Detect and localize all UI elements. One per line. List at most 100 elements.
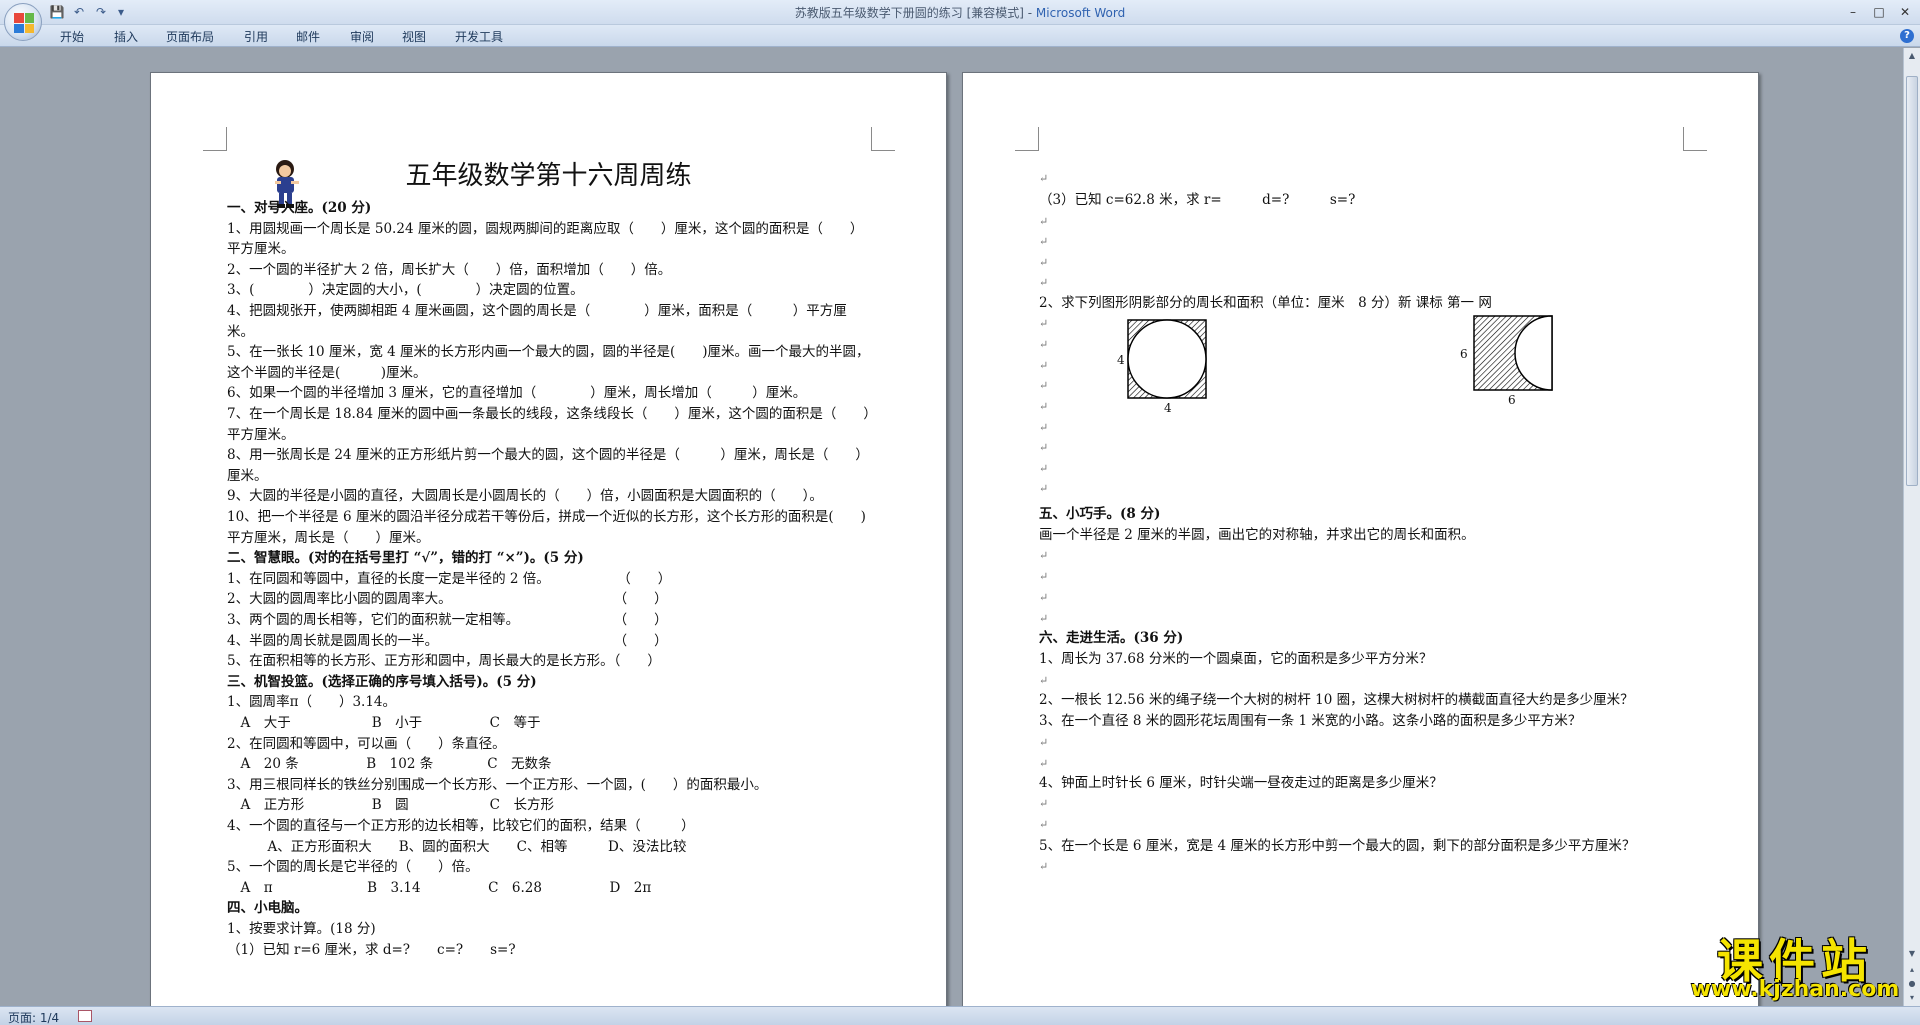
scrollbar-thumb[interactable] xyxy=(1906,76,1918,486)
window-title: 苏教版五年级数学下册圆的练习 [兼容模式] - Microsoft Word xyxy=(794,6,1126,20)
document-title: 五年级数学第十六周周练 xyxy=(405,161,692,191)
tab-home[interactable]: 开始 xyxy=(60,28,84,45)
scroll-up-icon[interactable]: ▲ xyxy=(1906,50,1918,62)
help-icon[interactable]: ? xyxy=(1900,29,1914,43)
paragraph-mark: ↵ xyxy=(1039,359,1049,372)
app-name: Microsoft Word xyxy=(1035,6,1126,20)
page-1-line: 3、用三根同样长的铁丝分别围成一个长方形、一个正方形、一个圆，( ）的面积最小。 xyxy=(227,776,768,793)
paragraph-mark: ↵ xyxy=(1039,482,1049,495)
page-2-line: 六、走进生活。(36 分) xyxy=(1039,630,1184,646)
page-1-line: A 20 条 B 102 条 C 无数条 xyxy=(227,756,552,773)
page-1-line: （1）已知 r=6 厘米，求 d=? c=? s=? xyxy=(227,941,516,958)
paragraph-mark: ↵ xyxy=(1039,570,1049,583)
proofing-status-icon[interactable] xyxy=(78,1010,92,1022)
page-1-line: 3、( ）决定圆的大小，( ）决定圆的位置。 xyxy=(227,282,584,299)
page-1-line: 1、圆周率π（ ）3.14。 xyxy=(227,694,397,711)
page-1-line: 8、用一张周长是 24 厘米的正方形纸片剪一个最大的圆，这个圆的半径是（ ）厘米… xyxy=(227,447,869,464)
page-2-line: 2、一根长 12.56 米的绳子绕一个大树的树杆 10 圈，这棵大树树杆的横截面… xyxy=(1039,692,1634,708)
paragraph-mark: ↵ xyxy=(1039,215,1049,228)
page-1-line: 5、一个圆的周长是它半径的（ ）倍。 xyxy=(227,859,479,876)
office-button[interactable] xyxy=(4,3,42,41)
page-1-line: 平方厘米。 xyxy=(227,241,295,258)
page-1-line: 4、把圆规张开，使两脚相距 4 厘米画圆，这个圆的周长是（ ）厘米，面积是（ ）… xyxy=(227,303,847,319)
paragraph-mark: ↵ xyxy=(1039,276,1049,289)
paragraph-mark: ↵ xyxy=(1039,591,1049,604)
page-2-line: 画一个半径是 2 厘米的半圆，画出它的对称轴，并求出它的周长和面积。 xyxy=(1039,527,1475,543)
page-1-line: 2、在同圆和等圆中，可以画（ ）条直径。 xyxy=(227,735,506,752)
page-1-line: A 正方形 B 圆 C 长方形 xyxy=(227,797,554,814)
page-1-line: 这个半圆的半径是( )厘米。 xyxy=(227,364,427,381)
paragraph-mark: ↵ xyxy=(1039,235,1049,248)
page-2-line: 1、周长为 37.68 分米的一个圆桌面，它的面积是多少平方分米？ xyxy=(1039,651,1433,667)
page-1-line: 2、大圆的圆周率比小圆的圆周率大。 （ ） xyxy=(227,591,668,608)
paragraph-mark: ↵ xyxy=(1039,317,1049,330)
page-2-line: 3、在一个直径 8 米的圆形花坛周围有一条 1 米宽的小路。这条小路的面积是多少… xyxy=(1039,713,1582,729)
page-1-line: 三、机智投篮。(选择正确的序号填入括号)。(5 分) xyxy=(227,673,537,690)
document-page-2[interactable]: （3）已知 c=62.8 米，求 r= d=? s=? 2、求下列图形阴影部分的周… xyxy=(962,72,1759,1006)
paragraph-mark: ↵ xyxy=(1039,338,1049,351)
paragraph-mark: ↵ xyxy=(1039,612,1049,625)
page-1-line: 厘米。 xyxy=(227,467,268,484)
paragraph-mark: ↵ xyxy=(1039,462,1049,475)
page-1-line: 二、智慧眼。(对的在括号里打 “√”，错的打 “×”)。(5 分) xyxy=(227,550,584,567)
maximize-button[interactable]: □ xyxy=(1866,2,1892,22)
paragraph-mark: ↵ xyxy=(1039,421,1049,434)
page-1-line: 3、两个圆的周长相等，它们的面积就一定相等。 （ ） xyxy=(227,612,668,628)
paragraph-mark: ↵ xyxy=(1039,797,1049,810)
tab-page-layout[interactable]: 页面布局 xyxy=(166,28,214,45)
tab-review[interactable]: 审阅 xyxy=(350,28,374,45)
paragraph-mark: ↵ xyxy=(1039,757,1049,770)
crop-mark xyxy=(1015,127,1039,151)
tab-references[interactable]: 引用 xyxy=(244,28,268,45)
page-1-line: 米。 xyxy=(227,323,254,340)
page-1-line: 5、在面积相等的长方形、正方形和圆中，周长最大的是长方形。（ ） xyxy=(227,653,661,670)
page-1-line: 1、按要求计算。(18 分) xyxy=(227,921,376,937)
paragraph-mark: ↵ xyxy=(1039,172,1049,185)
tab-insert[interactable]: 插入 xyxy=(114,28,138,45)
office-logo-icon xyxy=(14,13,34,33)
document-page-1[interactable]: 五年级数学第十六周周练 一、对号入座。(20 分) 1、用圆规画一个周长是 50.… xyxy=(150,72,947,1006)
page-1-line: 1、用圆规画一个周长是 50.24 厘米的圆，圆规两脚间的距离应取（ ）厘米，这… xyxy=(227,220,864,237)
figure-1-side-label: 4 xyxy=(1117,353,1125,367)
page-1-line: 4、半圆的周长就是圆周长的一半。 （ ） xyxy=(227,632,668,649)
page-2-line: 5、在一个长是 6 厘米，宽是 4 厘米的长方形中剪一个最大的圆，剩下的部分面积… xyxy=(1039,838,1636,854)
status-bar: 页面: 1/4 xyxy=(0,1006,1920,1025)
page-1-line: 平方厘米。 xyxy=(227,426,295,443)
page-1-line: 9、大圆的半径是小圆的直径，大圆周长是小圆周长的（ ）倍，小圆面积是大圆面积的（… xyxy=(227,488,823,505)
page-1-line: 7、在一个周长是 18.84 厘米的圆中画一条最长的线段，这条线段长（ ）厘米，… xyxy=(227,406,877,422)
page-2-line: 五、小巧手。(8 分) xyxy=(1039,506,1161,522)
page-1-line: 一、对号入座。(20 分) xyxy=(227,200,372,216)
paragraph-mark: ↵ xyxy=(1039,400,1049,413)
crop-mark xyxy=(203,127,227,151)
page-1-line: 平方厘米，周长是（ ）厘米。 xyxy=(227,529,430,546)
figure-1-bottom-label: 4 xyxy=(1164,401,1172,415)
paragraph-mark: ↵ xyxy=(1039,736,1049,749)
page-1-line: A π B 3.14 C 6.28 D 2π xyxy=(227,879,652,896)
minimize-button[interactable]: – xyxy=(1840,2,1866,22)
vertical-scrollbar[interactable]: ▲ ▼ ▴ ● ▾ xyxy=(1903,48,1920,1006)
page-2-line: 4、钟面上时针长 6 厘米，时针尖端一昼夜走过的距离是多少厘米？ xyxy=(1039,775,1443,791)
tab-developer[interactable]: 开发工具 xyxy=(455,28,503,45)
paragraph-mark: ↵ xyxy=(1039,818,1049,831)
site-watermark: 课件站 www.kjzhan.com xyxy=(1670,925,1920,1007)
shaded-square-semicircle-figure xyxy=(1473,315,1553,391)
paragraph-mark: ↵ xyxy=(1039,441,1049,454)
figure-2-side-label: 6 xyxy=(1460,347,1468,361)
page-1-line: A、正方形面积大 B、圆的面积大 C、相等 D、没法比较 xyxy=(227,838,687,855)
watermark-url: www.kjzhan.com xyxy=(1690,977,1900,1002)
crop-mark xyxy=(871,127,895,151)
paragraph-mark: ↵ xyxy=(1039,674,1049,687)
paragraph-mark: ↵ xyxy=(1039,860,1049,873)
tab-mailings[interactable]: 邮件 xyxy=(296,28,320,45)
page-1-line: 5、在一张长 10 厘米，宽 4 厘米的长方形内画一个最大的圆，圆的半径是( )… xyxy=(227,344,870,361)
figure-2-bottom-label: 6 xyxy=(1508,393,1516,407)
page-1-line: 6、如果一个圆的半径增加 3 厘米，它的直径增加（ ）厘米，周长增加（ ）厘米。 xyxy=(227,385,807,402)
close-button[interactable]: ✕ xyxy=(1892,2,1918,22)
page-2-line: （3）已知 c=62.8 米，求 r= d=? s=? xyxy=(1039,192,1356,208)
page-1-line: 1、在同圆和等圆中，直径的长度一定是半径的 2 倍。 （ ） xyxy=(227,570,672,587)
paragraph-mark: ↵ xyxy=(1039,256,1049,269)
tab-view[interactable]: 视图 xyxy=(402,28,426,45)
shaded-square-circle-figure xyxy=(1127,319,1207,399)
page-1-line: A 大于 B 小于 C 等于 xyxy=(227,715,541,731)
page-number-status[interactable]: 页面: 1/4 xyxy=(8,1009,59,1025)
